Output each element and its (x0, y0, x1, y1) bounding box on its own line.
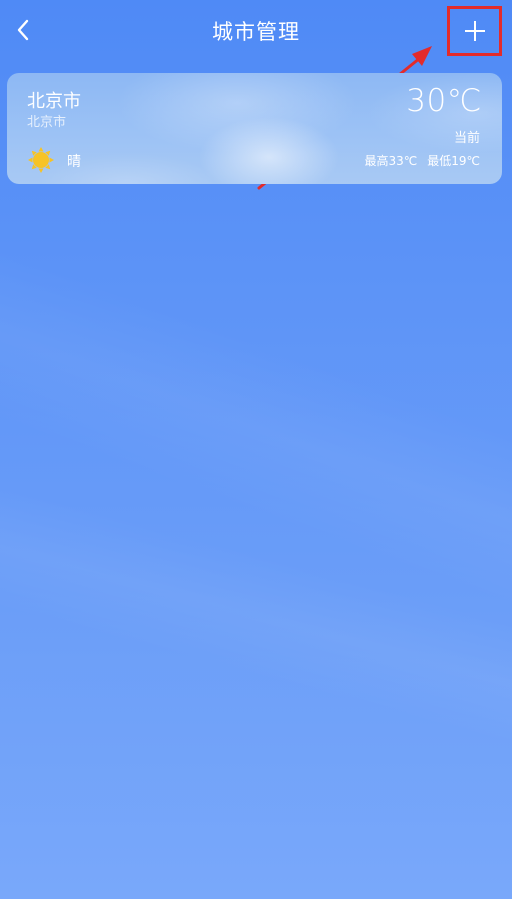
low-temperature: 最低19℃ (427, 154, 480, 168)
current-label: 当前 (453, 131, 480, 146)
city-name: 北京市 (27, 91, 81, 112)
weather-condition: 晴 (67, 154, 81, 170)
page-title: 城市管理 (212, 20, 300, 44)
sun-icon (28, 147, 54, 173)
add-city-button[interactable] (447, 6, 502, 56)
temperature-range: 最高33℃ 最低19℃ (365, 152, 481, 169)
top-bar: 城市管理 (0, 0, 512, 60)
high-temperature: 最高33℃ (364, 154, 418, 168)
plus-icon (464, 21, 485, 41)
current-temperature: 30℃ (406, 83, 482, 119)
city-card[interactable]: 北京市 北京市 晴 30℃ 当前 最高33℃ 最低19℃ (7, 73, 502, 184)
city-subtitle: 北京市 (27, 115, 67, 130)
